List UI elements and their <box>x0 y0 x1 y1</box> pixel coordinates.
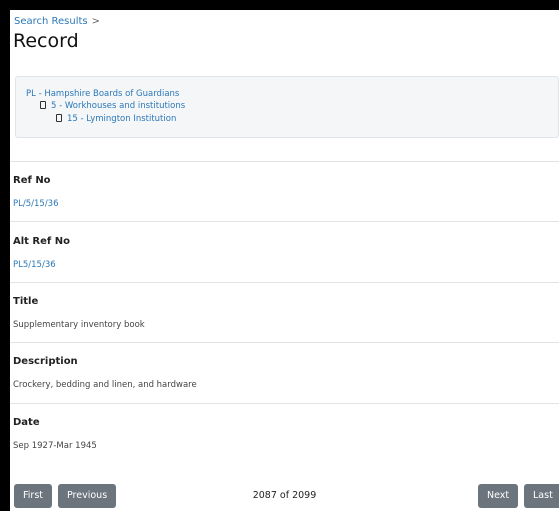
record-page: Search Results > Record PL - Hampshire Bo… <box>10 10 559 511</box>
divider <box>10 282 559 283</box>
hierarchy-item-label: 5 - Workhouses and institutions <box>51 101 186 111</box>
document-icon <box>40 101 46 109</box>
ref-no-value[interactable]: PL/5/15/36 <box>13 199 59 209</box>
divider <box>10 161 559 162</box>
page-title: Record <box>13 30 79 52</box>
breadcrumb-search-results-link[interactable]: Search Results <box>14 16 88 27</box>
divider <box>10 342 559 343</box>
breadcrumb: Search Results > <box>14 16 100 27</box>
divider <box>10 221 559 222</box>
ref-no-label: Ref No <box>13 175 51 186</box>
breadcrumb-separator: > <box>91 16 101 27</box>
hierarchy-item-label: PL - Hampshire Boards of Guardians <box>26 89 180 99</box>
description-label: Description <box>13 356 78 367</box>
title-label: Title <box>13 296 39 307</box>
description-value: Crockery, bedding and linen, and hardwar… <box>13 380 197 390</box>
divider <box>10 403 559 404</box>
date-value: Sep 1927-Mar 1945 <box>13 441 97 451</box>
hierarchy-item-level-2[interactable]: 15 - Lymington Institution <box>56 114 176 124</box>
hierarchy-tree: PL - Hampshire Boards of Guardians 5 - W… <box>15 76 559 138</box>
record-position-counter: 2087 of 2099 <box>252 490 317 501</box>
last-button[interactable]: Last <box>524 484 559 508</box>
document-icon <box>56 114 62 122</box>
next-button[interactable]: Next <box>478 484 519 508</box>
hierarchy-item-level-1[interactable]: 5 - Workhouses and institutions <box>40 101 185 111</box>
title-value: Supplementary inventory book <box>13 320 145 330</box>
hierarchy-item-label: 15 - Lymington Institution <box>67 114 177 124</box>
alt-ref-no-label: Alt Ref No <box>13 236 70 247</box>
date-label: Date <box>13 417 40 428</box>
hierarchy-item-level-0[interactable]: PL - Hampshire Boards of Guardians <box>26 89 179 99</box>
alt-ref-no-value[interactable]: PL5/15/36 <box>13 260 56 270</box>
